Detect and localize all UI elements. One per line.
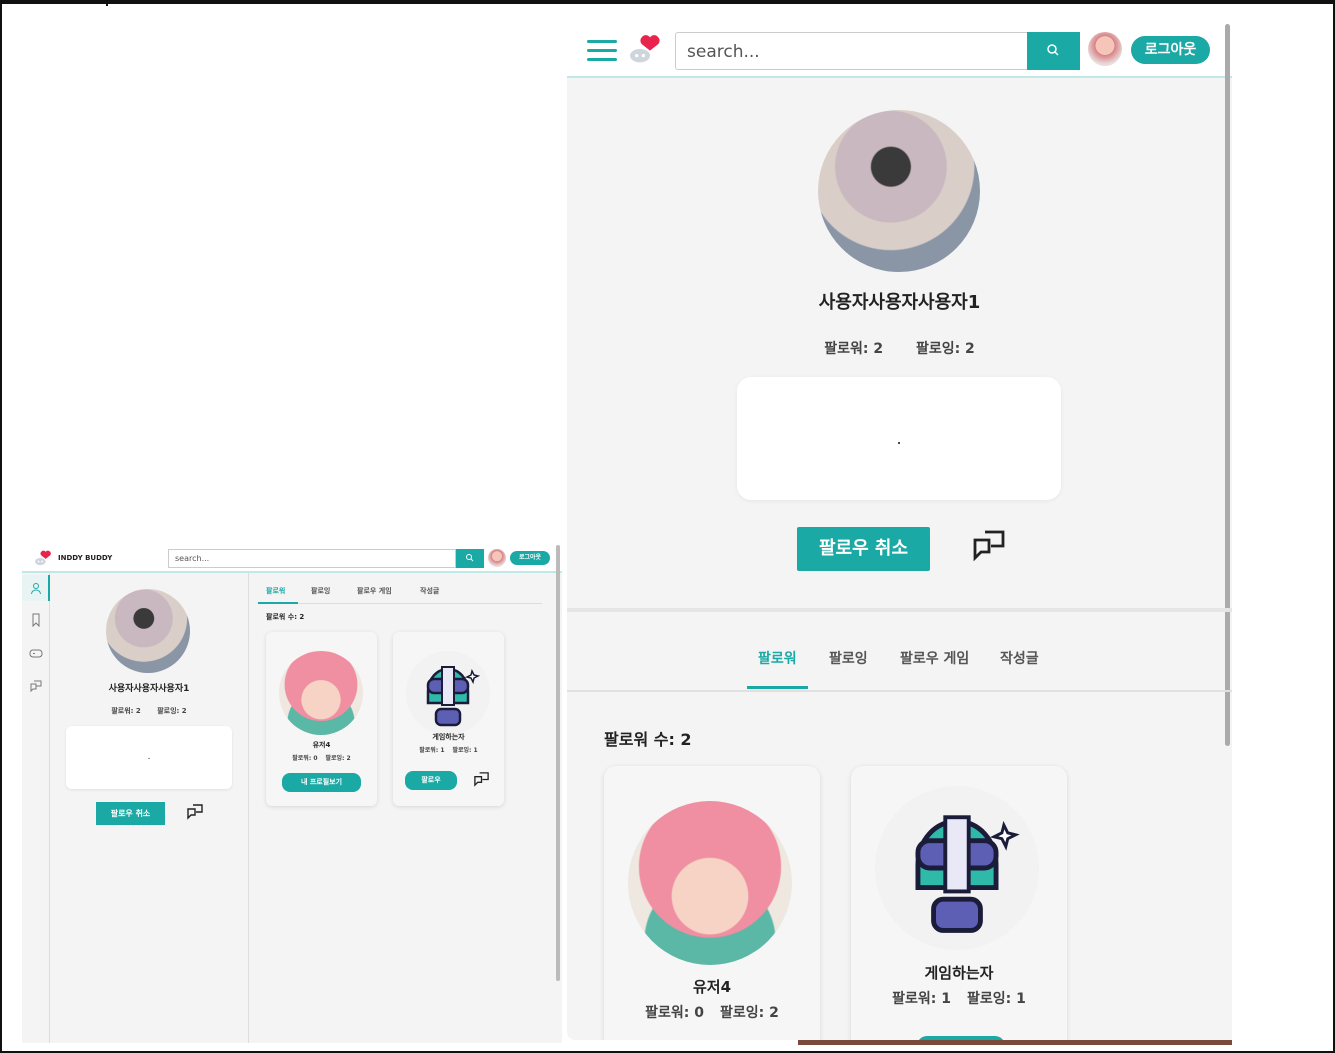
user-card-following: 팔로잉: 2 xyxy=(720,1005,779,1021)
follower-count: 팔로워 수: 2 xyxy=(266,613,305,621)
brand-name[interactable]: INDDY BUDDY xyxy=(58,554,112,562)
user-card: 유저4 팔로워: 0 팔로잉: 2 xyxy=(604,766,820,1040)
logo-icon[interactable] xyxy=(628,34,662,64)
tab-followed-games[interactable]: 팔로우 게임 xyxy=(900,648,969,668)
top-bar: search... 로그아웃 xyxy=(567,22,1232,78)
unfollow-button[interactable]: 팔로우 취소 xyxy=(797,527,930,571)
search-input[interactable]: search... xyxy=(675,32,1029,70)
search-button[interactable] xyxy=(456,549,484,568)
user-card-following: 팔로잉: 1 xyxy=(452,747,478,754)
scrollbar[interactable] xyxy=(1225,24,1230,746)
profile-avatar xyxy=(106,589,190,673)
user-card-stats: 팔로워: 0 팔로잉: 2 xyxy=(604,1002,820,1022)
chat-icon[interactable] xyxy=(473,771,490,788)
logo-icon[interactable] xyxy=(34,550,52,566)
profile-name: 사용자사용자사용자1 xyxy=(818,292,981,313)
profile-tabs: 팔로워 팔로잉 팔로우 게임 작성글 xyxy=(567,640,1232,692)
user-card-following: 팔로잉: 2 xyxy=(325,755,351,762)
user-card-followers: 팔로워: 0 xyxy=(292,755,318,762)
user-card-name[interactable]: 유저4 xyxy=(604,976,820,997)
column-divider xyxy=(248,573,249,1043)
chat-icon[interactable] xyxy=(28,679,44,693)
tab-posts[interactable]: 작성글 xyxy=(1000,648,1039,668)
active-nav-indicator xyxy=(48,575,50,601)
user-card-name[interactable]: 게임하는자 xyxy=(851,962,1067,983)
profile-bio: . xyxy=(737,377,1061,500)
logout-button[interactable]: 로그아웃 xyxy=(1131,36,1210,64)
follow-button[interactable]: 팔로우 xyxy=(405,771,457,790)
user-card: 유저4 팔로워: 0 팔로잉: 2 내 프로필보기 xyxy=(266,632,377,806)
profile-tabs: 팔로워 팔로잉 팔로우 게임 작성글 xyxy=(258,583,542,604)
person-icon[interactable] xyxy=(28,581,44,595)
profile-following[interactable]: 팔로잉: 2 xyxy=(916,341,975,357)
search-icon xyxy=(1047,44,1059,56)
user-card-followers: 팔로워: 1 xyxy=(419,747,445,754)
search-button[interactable] xyxy=(1027,32,1080,70)
user-card-stats: 팔로워: 0 팔로잉: 2 xyxy=(266,753,377,762)
unfollow-button[interactable]: 팔로우 취소 xyxy=(96,802,165,825)
user-card-avatar[interactable] xyxy=(279,651,363,735)
profile-bio: . xyxy=(66,726,232,789)
user-avatar[interactable] xyxy=(1088,32,1122,66)
tab-followers[interactable]: 팔로워 xyxy=(758,648,797,668)
background-strip xyxy=(798,1040,1232,1045)
user-card-name[interactable]: 유저4 xyxy=(266,740,377,750)
tab-followers[interactable]: 팔로워 xyxy=(266,586,285,596)
user-card-avatar[interactable] xyxy=(406,651,490,735)
user-card: 게임하는자 팔로워: 1 팔로잉: 1 팔로우 xyxy=(393,632,504,806)
view-my-profile-button[interactable]: 내 프로필보기 xyxy=(282,773,361,792)
top-bar: INDDY BUDDY search... 로그아웃 xyxy=(22,545,562,573)
profile-name: 사용자사용자사용자1 xyxy=(108,684,190,694)
user-card-followers: 팔로워: 0 xyxy=(645,1005,704,1021)
profile-followers[interactable]: 팔로워: 2 xyxy=(824,341,883,357)
profile-avatar xyxy=(818,110,980,272)
user-card-stats: 팔로워: 1 팔로잉: 1 xyxy=(393,745,504,754)
user-card-followers: 팔로워: 1 xyxy=(892,991,951,1007)
side-nav xyxy=(22,573,50,1043)
tab-underline xyxy=(747,686,808,689)
follower-count: 팔로워 수: 2 xyxy=(604,730,692,749)
chat-icon[interactable] xyxy=(186,803,204,821)
tab-followed-games[interactable]: 팔로우 게임 xyxy=(357,586,392,596)
tab-posts[interactable]: 작성글 xyxy=(420,586,439,596)
profile-following[interactable]: 팔로잉: 2 xyxy=(157,707,186,715)
user-avatar[interactable] xyxy=(488,549,506,567)
desktop-view: INDDY BUDDY search... 로그아웃 사용자사용자사용자1 팔로… xyxy=(22,545,562,1043)
user-card-name[interactable]: 게임하는자 xyxy=(393,732,504,742)
logout-button[interactable]: 로그아웃 xyxy=(510,551,550,565)
user-card: 게임하는자 팔로워: 1 팔로잉: 1 xyxy=(851,766,1067,1040)
user-card-avatar[interactable] xyxy=(875,786,1039,950)
hamburger-menu-icon[interactable] xyxy=(587,40,617,62)
profile-stats: 팔로워: 2 팔로잉: 2 xyxy=(50,706,248,716)
tab-underline xyxy=(258,602,298,604)
frame-tab xyxy=(0,0,108,6)
mobile-view: search... 로그아웃 사용자사용자사용자1 팔로워: 2 팔로잉: 2 … xyxy=(567,22,1232,1040)
user-card-following: 팔로잉: 1 xyxy=(967,991,1026,1007)
user-card-avatar[interactable] xyxy=(628,801,792,965)
chat-icon[interactable] xyxy=(971,528,1007,564)
search-input[interactable]: search... xyxy=(168,549,456,568)
gamepad-icon[interactable] xyxy=(28,646,44,660)
section-separator xyxy=(567,608,1232,612)
search-icon xyxy=(466,554,474,562)
profile-stats: 팔로워: 2 팔로잉: 2 xyxy=(567,338,1232,358)
profile-followers[interactable]: 팔로워: 2 xyxy=(111,707,140,715)
tab-following[interactable]: 팔로잉 xyxy=(311,586,330,596)
scrollbar[interactable] xyxy=(556,545,560,981)
user-card-stats: 팔로워: 1 팔로잉: 1 xyxy=(851,988,1067,1008)
bookmark-icon[interactable] xyxy=(28,613,44,627)
tab-following[interactable]: 팔로잉 xyxy=(829,648,868,668)
